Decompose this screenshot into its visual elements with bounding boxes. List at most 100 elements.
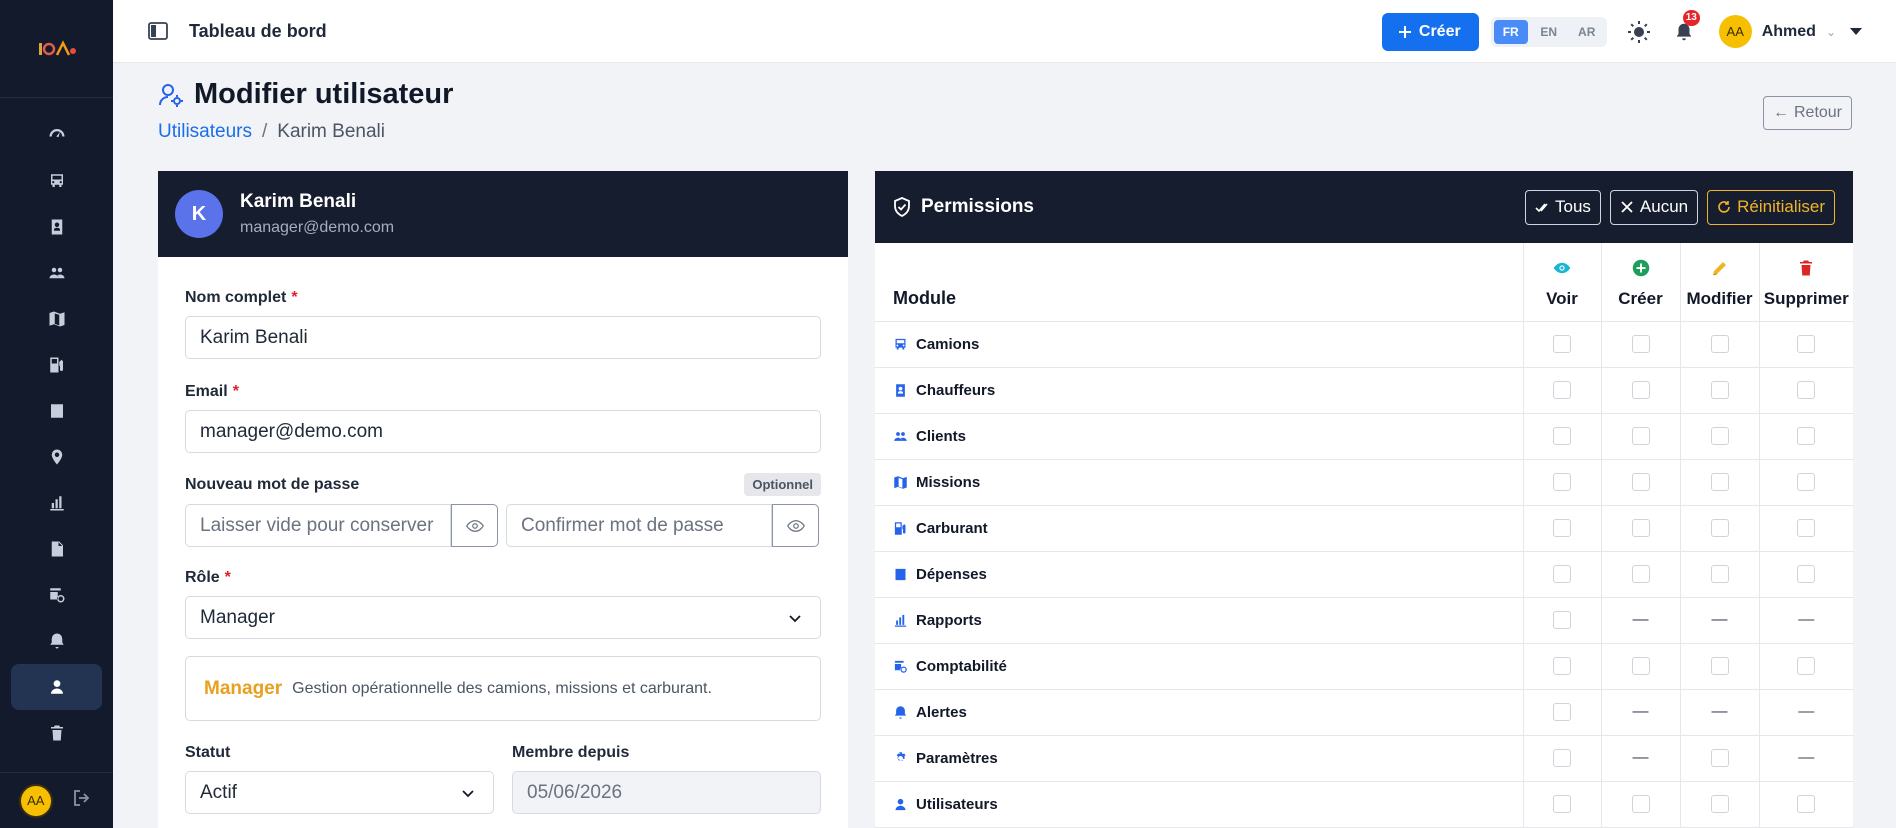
notifications-button[interactable]: 13 <box>1673 9 1700 44</box>
permission-checkbox-créer[interactable] <box>1631 473 1650 492</box>
permission-checkbox-voir[interactable] <box>1553 795 1571 814</box>
permission-checkbox-supprimer[interactable] <box>1797 795 1816 814</box>
status-select[interactable]: Actif <box>185 771 494 814</box>
toggle-confirm-password-button[interactable] <box>772 504 819 547</box>
user-menu[interactable]: AA Ahmed ⌄ <box>1718 15 1862 48</box>
permission-checkbox-voir[interactable] <box>1553 381 1571 400</box>
breadcrumb-separator: / <box>261 121 268 142</box>
module-name: Camions <box>916 335 980 353</box>
sidebar-item-alerts[interactable] <box>11 618 102 664</box>
logout-button[interactable] <box>70 786 94 815</box>
user-gear-icon <box>159 83 183 107</box>
permission-checkbox-modifier[interactable] <box>1710 335 1729 354</box>
table-row: Utilisateurs <box>875 781 1853 828</box>
permission-checkbox-voir[interactable] <box>1553 473 1571 492</box>
plus-icon <box>1398 25 1411 38</box>
sidebar-item-driver[interactable] <box>11 204 102 250</box>
permission-checkbox-voir[interactable] <box>1553 519 1571 538</box>
language-option-en[interactable]: EN <box>1532 20 1566 44</box>
permission-checkbox-créer[interactable] <box>1631 427 1650 446</box>
table-row: Chauffeurs <box>875 367 1853 414</box>
permission-checkbox-modifier[interactable] <box>1710 565 1729 584</box>
permission-checkbox-modifier[interactable] <box>1710 473 1729 492</box>
select-all-button[interactable]: Tous <box>1525 189 1601 225</box>
permission-checkbox-modifier[interactable] <box>1710 427 1729 446</box>
permission-checkbox-voir[interactable] <box>1553 657 1571 676</box>
permission-checkbox-voir[interactable] <box>1553 703 1571 722</box>
permission-checkbox-supprimer[interactable] <box>1797 381 1816 400</box>
permission-checkbox-modifier[interactable] <box>1710 381 1729 400</box>
permission-cell <box>1522 781 1601 828</box>
module-name: Clients <box>916 427 967 445</box>
permission-checkbox-créer[interactable] <box>1631 795 1650 814</box>
language-option-fr[interactable]: FR <box>1493 19 1528 44</box>
truck-icon <box>895 338 906 349</box>
reset-button[interactable]: Réinitialiser <box>1707 189 1835 225</box>
missions-icon <box>49 311 64 327</box>
logo[interactable] <box>0 0 113 98</box>
sidebar-item-expenses[interactable] <box>11 388 102 434</box>
table-row: Dépenses <box>875 551 1853 598</box>
sidebar-item-truck[interactable] <box>11 158 102 204</box>
confirm-password-input[interactable]: Confirmer mot de passe <box>506 504 772 547</box>
sidebar-item-missions[interactable] <box>11 296 102 342</box>
sidebar-item-document[interactable] <box>11 526 102 572</box>
avatar[interactable]: AA <box>18 783 53 818</box>
permission-checkbox-voir[interactable] <box>1553 427 1571 446</box>
reports-icon <box>49 496 64 511</box>
permission-checkbox-voir[interactable] <box>1553 749 1571 768</box>
breadcrumb-link-users[interactable]: Utilisateurs <box>158 121 252 143</box>
logo-icon <box>38 39 76 56</box>
permission-checkbox-modifier[interactable] <box>1710 749 1729 768</box>
permission-column-label: Supprimer <box>1763 288 1849 308</box>
gear-icon <box>896 751 906 761</box>
permission-checkbox-supprimer[interactable] <box>1797 565 1816 584</box>
permission-checkbox-créer[interactable] <box>1631 335 1650 354</box>
permission-checkbox-modifier[interactable] <box>1710 519 1729 538</box>
role-select[interactable]: Manager <box>185 596 821 639</box>
permission-checkbox-supprimer[interactable] <box>1797 519 1816 538</box>
create-button[interactable]: Créer <box>1381 12 1479 51</box>
permission-checkbox-créer[interactable] <box>1631 381 1650 400</box>
permission-checkbox-supprimer[interactable] <box>1797 657 1816 676</box>
sidebar-item-reports[interactable] <box>11 480 102 526</box>
sidebar-toggle-icon[interactable] <box>147 20 169 42</box>
toggle-password-button[interactable] <box>451 504 498 547</box>
permission-checkbox-voir[interactable] <box>1553 565 1571 584</box>
permission-checkbox-supprimer[interactable] <box>1797 473 1816 492</box>
topbar: Tableau de bord Créer FR EN AR 13 AA Ahmed… <box>113 0 1896 63</box>
sidebar-item-user[interactable] <box>11 664 102 710</box>
permission-checkbox-supprimer[interactable] <box>1797 427 1816 446</box>
permission-checkbox-créer[interactable] <box>1631 565 1650 584</box>
permission-cell <box>1679 505 1759 552</box>
select-none-button[interactable]: Aucun <box>1609 189 1699 225</box>
permission-checkbox-supprimer[interactable] <box>1797 335 1816 354</box>
permission-checkbox-voir[interactable] <box>1553 611 1571 630</box>
password-input[interactable]: Laisser vide pour conserver <box>185 504 451 547</box>
sidebar-item-trash[interactable] <box>11 710 102 756</box>
full-name-input[interactable]: Karim Benali <box>185 316 821 359</box>
close-icon <box>1621 201 1633 213</box>
sidebar-item-accounting[interactable] <box>11 572 102 618</box>
permission-checkbox-modifier[interactable] <box>1710 795 1729 814</box>
caret-down-icon[interactable] <box>1850 28 1862 35</box>
back-button[interactable]: ← Retour <box>1763 96 1852 130</box>
permission-cell <box>1600 551 1680 598</box>
sidebar-item-dashboard[interactable] <box>11 112 102 158</box>
permission-cell <box>1679 643 1759 690</box>
sun-icon[interactable] <box>1627 20 1651 44</box>
permission-checkbox-créer[interactable] <box>1631 657 1650 676</box>
sidebar-item-clients[interactable] <box>11 250 102 296</box>
email-field[interactable]: manager@demo.com <box>185 410 821 453</box>
language-switcher: FR EN AR <box>1490 16 1607 47</box>
permission-checkbox-créer[interactable] <box>1631 519 1650 538</box>
breadcrumb-current: Karim Benali <box>277 121 385 142</box>
permission-checkbox-modifier[interactable] <box>1710 657 1729 676</box>
module-name: Alertes <box>916 703 967 721</box>
language-option-ar[interactable]: AR <box>1570 20 1604 44</box>
permission-checkbox-voir[interactable] <box>1553 335 1571 354</box>
document-icon <box>51 541 63 557</box>
user-icon <box>50 680 63 694</box>
sidebar-item-fuel[interactable] <box>11 342 102 388</box>
sidebar-item-location[interactable] <box>11 434 102 480</box>
